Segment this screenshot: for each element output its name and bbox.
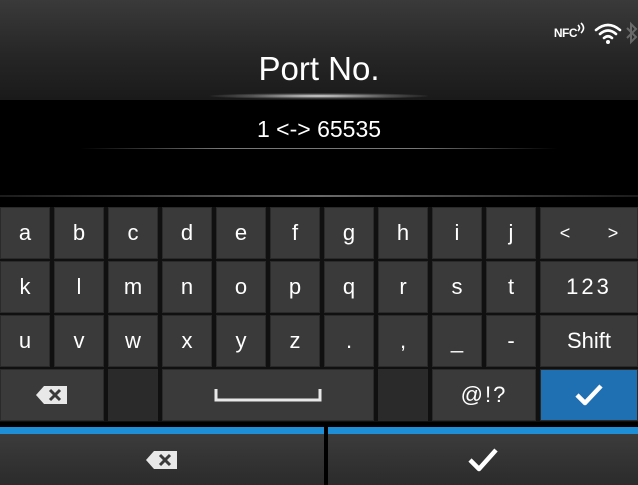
key-t[interactable]: t: [486, 261, 536, 313]
key-h[interactable]: h: [378, 207, 428, 259]
cursor-keys: < >: [540, 207, 638, 259]
key-period[interactable]: .: [324, 315, 374, 367]
key-underscore[interactable]: _: [432, 315, 482, 367]
key-j[interactable]: j: [486, 207, 536, 259]
key-k[interactable]: k: [0, 261, 50, 313]
confirm-button[interactable]: [328, 427, 638, 485]
key-hyphen[interactable]: -: [486, 315, 536, 367]
key-w[interactable]: w: [108, 315, 158, 367]
nfc-label: NFC: [553, 26, 578, 40]
key-i[interactable]: i: [432, 207, 482, 259]
header: NFC Port No.: [0, 0, 638, 100]
cursor-left-key[interactable]: <: [560, 223, 571, 244]
key-f[interactable]: f: [270, 207, 320, 259]
space-key[interactable]: [162, 369, 374, 421]
space-bar-icon: [214, 389, 322, 402]
keyboard-confirm-key[interactable]: [540, 369, 638, 421]
backspace-icon: [36, 386, 67, 404]
key-y[interactable]: y: [216, 315, 266, 367]
key-g[interactable]: g: [324, 207, 374, 259]
confirm-button-accent: [328, 427, 638, 434]
screen: NFC Port No. 1 <-> 65535 a b c d e f g h…: [0, 0, 638, 485]
title-underline-glow: [210, 93, 428, 99]
blank-key-left: [108, 369, 158, 421]
range-divider: [80, 148, 558, 149]
key-p[interactable]: p: [270, 261, 320, 313]
numbers-key[interactable]: 123: [540, 261, 638, 313]
range-hint: 1 <-> 65535: [256, 116, 382, 142]
key-c[interactable]: c: [108, 207, 158, 259]
blank-key-right: [378, 369, 428, 421]
key-u[interactable]: u: [0, 315, 50, 367]
delete-button-accent: [0, 427, 324, 434]
key-e[interactable]: e: [216, 207, 266, 259]
key-r[interactable]: r: [378, 261, 428, 313]
bottom-action-bar: [0, 427, 638, 485]
symbols-key[interactable]: @!?: [432, 369, 536, 421]
key-m[interactable]: m: [108, 261, 158, 313]
key-b[interactable]: b: [54, 207, 104, 259]
nfc-icon: NFC: [553, 22, 588, 40]
input-field-line[interactable]: [0, 195, 638, 197]
wifi-icon: [594, 23, 622, 44]
key-d[interactable]: d: [162, 207, 212, 259]
bluetooth-icon: [626, 21, 638, 45]
on-screen-keyboard: a b c d e f g h i j < > k l m n o p q r …: [0, 207, 638, 422]
status-bar: NFC: [554, 18, 638, 48]
backspace-key[interactable]: [0, 369, 104, 421]
checkmark-icon: [575, 384, 603, 406]
key-s[interactable]: s: [432, 261, 482, 313]
page-title: Port No.: [258, 50, 380, 87]
key-a[interactable]: a: [0, 207, 50, 259]
key-n[interactable]: n: [162, 261, 212, 313]
key-q[interactable]: q: [324, 261, 374, 313]
key-z[interactable]: z: [270, 315, 320, 367]
delete-button[interactable]: [0, 427, 324, 485]
key-l[interactable]: l: [54, 261, 104, 313]
key-v[interactable]: v: [54, 315, 104, 367]
checkmark-icon: [468, 447, 498, 471]
backspace-icon: [146, 450, 177, 469]
shift-key[interactable]: Shift: [540, 315, 638, 367]
key-comma[interactable]: ,: [378, 315, 428, 367]
cursor-right-key[interactable]: >: [608, 223, 619, 244]
key-o[interactable]: o: [216, 261, 266, 313]
key-x[interactable]: x: [162, 315, 212, 367]
input-area: 1 <-> 65535: [0, 100, 638, 197]
